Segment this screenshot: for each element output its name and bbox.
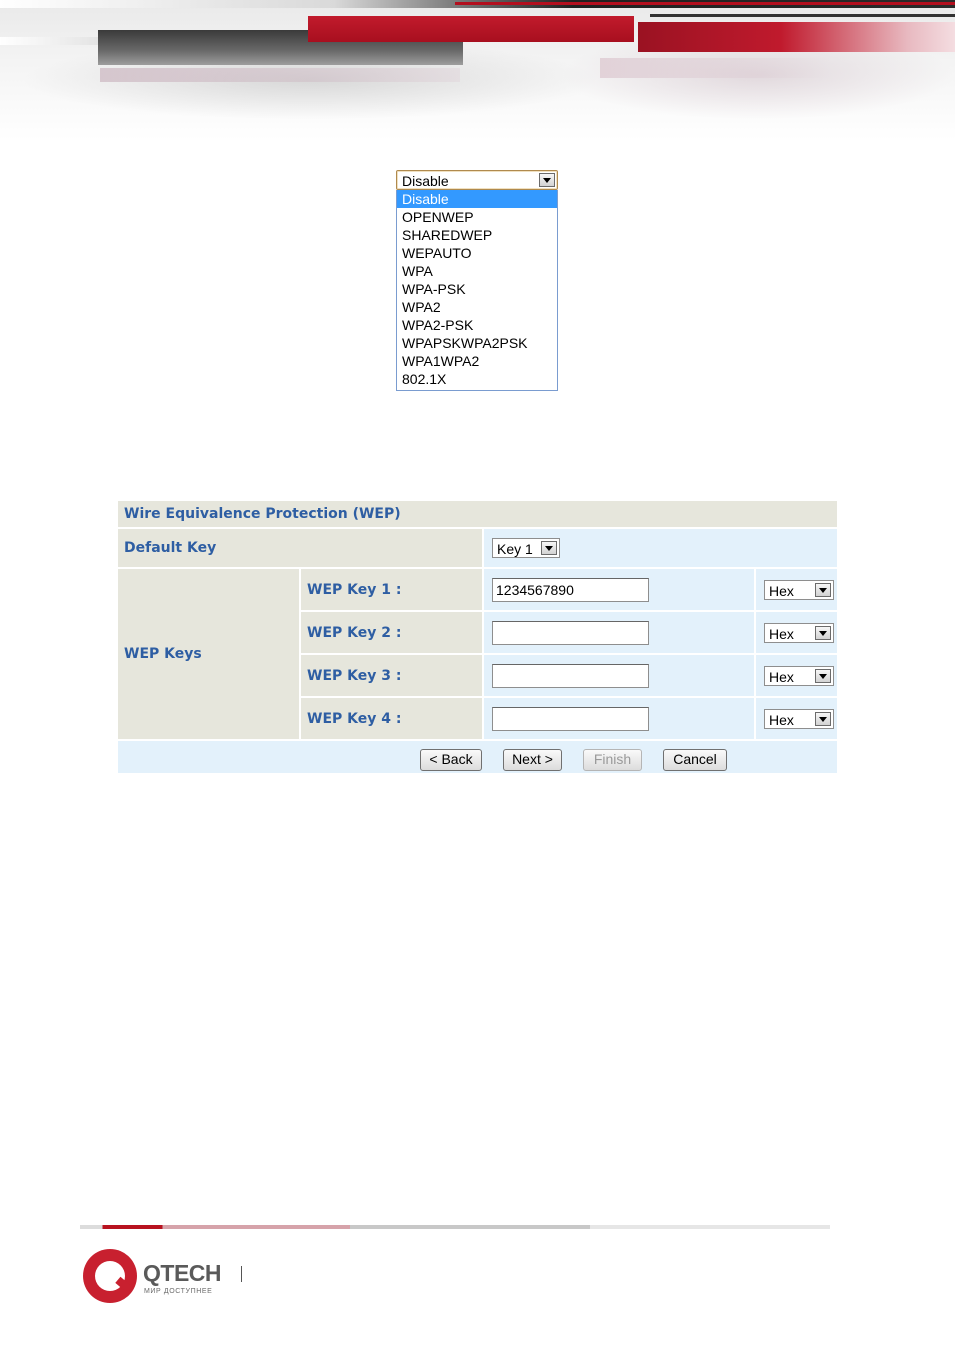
cancel-button[interactable]: Cancel bbox=[663, 749, 727, 771]
wep-keys-label: WEP Keys bbox=[116, 567, 301, 741]
chevron-down-icon[interactable] bbox=[815, 668, 831, 683]
security-mode-option[interactable]: WPA2 bbox=[397, 298, 557, 316]
security-mode-dropdown[interactable]: Disable Disable OPENWEP SHAREDWEP WEPAUTO WP… bbox=[396, 170, 558, 391]
security-mode-selected: Disable bbox=[402, 173, 449, 189]
security-mode-options[interactable]: Disable OPENWEP SHAREDWEP WEPAUTO WPA WPA-PSK… bbox=[396, 190, 558, 391]
wep-key-2-input[interactable] bbox=[492, 620, 649, 645]
wep-key-1-input[interactable]: 1234567890 bbox=[492, 577, 649, 602]
security-mode-select[interactable]: Disable bbox=[396, 170, 558, 190]
wep-key-1-format-select[interactable]: Hex bbox=[764, 579, 834, 600]
logo-tagline: МИР ДОСТУПНЕЕ bbox=[144, 1288, 213, 1295]
chevron-down-icon[interactable] bbox=[815, 625, 831, 640]
security-mode-option[interactable]: 802.1X bbox=[397, 370, 557, 388]
banner-thin-line bbox=[650, 14, 955, 17]
banner-pink-bar bbox=[600, 58, 830, 78]
wep-key-2-format: Hex bbox=[769, 625, 794, 642]
footer-divider bbox=[80, 1225, 830, 1229]
wep-settings-form: Wire Equivalence Protection (WEP) Defaul… bbox=[115, 499, 840, 775]
back-button[interactable]: < Back bbox=[420, 749, 482, 771]
security-mode-option[interactable]: Disable bbox=[397, 190, 557, 208]
wep-key-3-format-select[interactable]: Hex bbox=[764, 665, 834, 686]
security-mode-option[interactable]: WPAPSKWPA2PSK bbox=[397, 334, 557, 352]
wep-key-3-label: WEP Key 3 : bbox=[299, 653, 484, 698]
chevron-down-icon[interactable] bbox=[815, 582, 831, 597]
chevron-down-icon[interactable] bbox=[815, 711, 831, 726]
logo-brand-name: QTECH bbox=[143, 1260, 222, 1286]
wep-key-3-format: Hex bbox=[769, 668, 794, 685]
wep-key-4-format-select[interactable]: Hex bbox=[764, 708, 834, 729]
wep-key-1-label: WEP Key 1 : bbox=[299, 567, 484, 612]
logo-separator bbox=[241, 1266, 242, 1282]
wep-key-4-input[interactable] bbox=[492, 706, 649, 731]
finish-button[interactable]: Finish bbox=[583, 749, 642, 771]
security-mode-option[interactable]: WPA1WPA2 bbox=[397, 352, 557, 370]
wep-key-4-format: Hex bbox=[769, 711, 794, 728]
header-banner bbox=[0, 0, 955, 140]
chevron-down-icon[interactable] bbox=[541, 541, 557, 555]
wizard-button-bar: < Back Next > Finish Cancel bbox=[118, 741, 837, 773]
banner-red-bar bbox=[308, 16, 634, 42]
security-mode-option[interactable]: OPENWEP bbox=[397, 208, 557, 226]
default-key-value: Key 1 bbox=[497, 541, 533, 557]
chevron-down-icon[interactable] bbox=[539, 173, 555, 187]
banner-red-bar-right bbox=[638, 22, 955, 52]
wep-section-title: Wire Equivalence Protection (WEP) bbox=[115, 499, 840, 529]
security-mode-option[interactable]: WPA-PSK bbox=[397, 280, 557, 298]
security-mode-option[interactable]: WPA bbox=[397, 262, 557, 280]
next-button[interactable]: Next > bbox=[503, 749, 562, 771]
wep-key-4-label: WEP Key 4 : bbox=[299, 696, 484, 741]
wep-key-3-input[interactable] bbox=[492, 663, 649, 688]
banner-light-bar bbox=[100, 68, 460, 82]
security-mode-option[interactable]: WEPAUTO bbox=[397, 244, 557, 262]
security-mode-option[interactable]: WPA2-PSK bbox=[397, 316, 557, 334]
wep-key-1-format: Hex bbox=[769, 582, 794, 599]
wep-key-2-label: WEP Key 2 : bbox=[299, 610, 484, 655]
banner-red-line bbox=[455, 2, 955, 5]
wep-key-2-format-select[interactable]: Hex bbox=[764, 622, 834, 643]
security-mode-option[interactable]: SHAREDWEP bbox=[397, 226, 557, 244]
default-key-select[interactable]: Key 1 bbox=[492, 538, 560, 558]
default-key-label: Default Key bbox=[116, 527, 484, 569]
